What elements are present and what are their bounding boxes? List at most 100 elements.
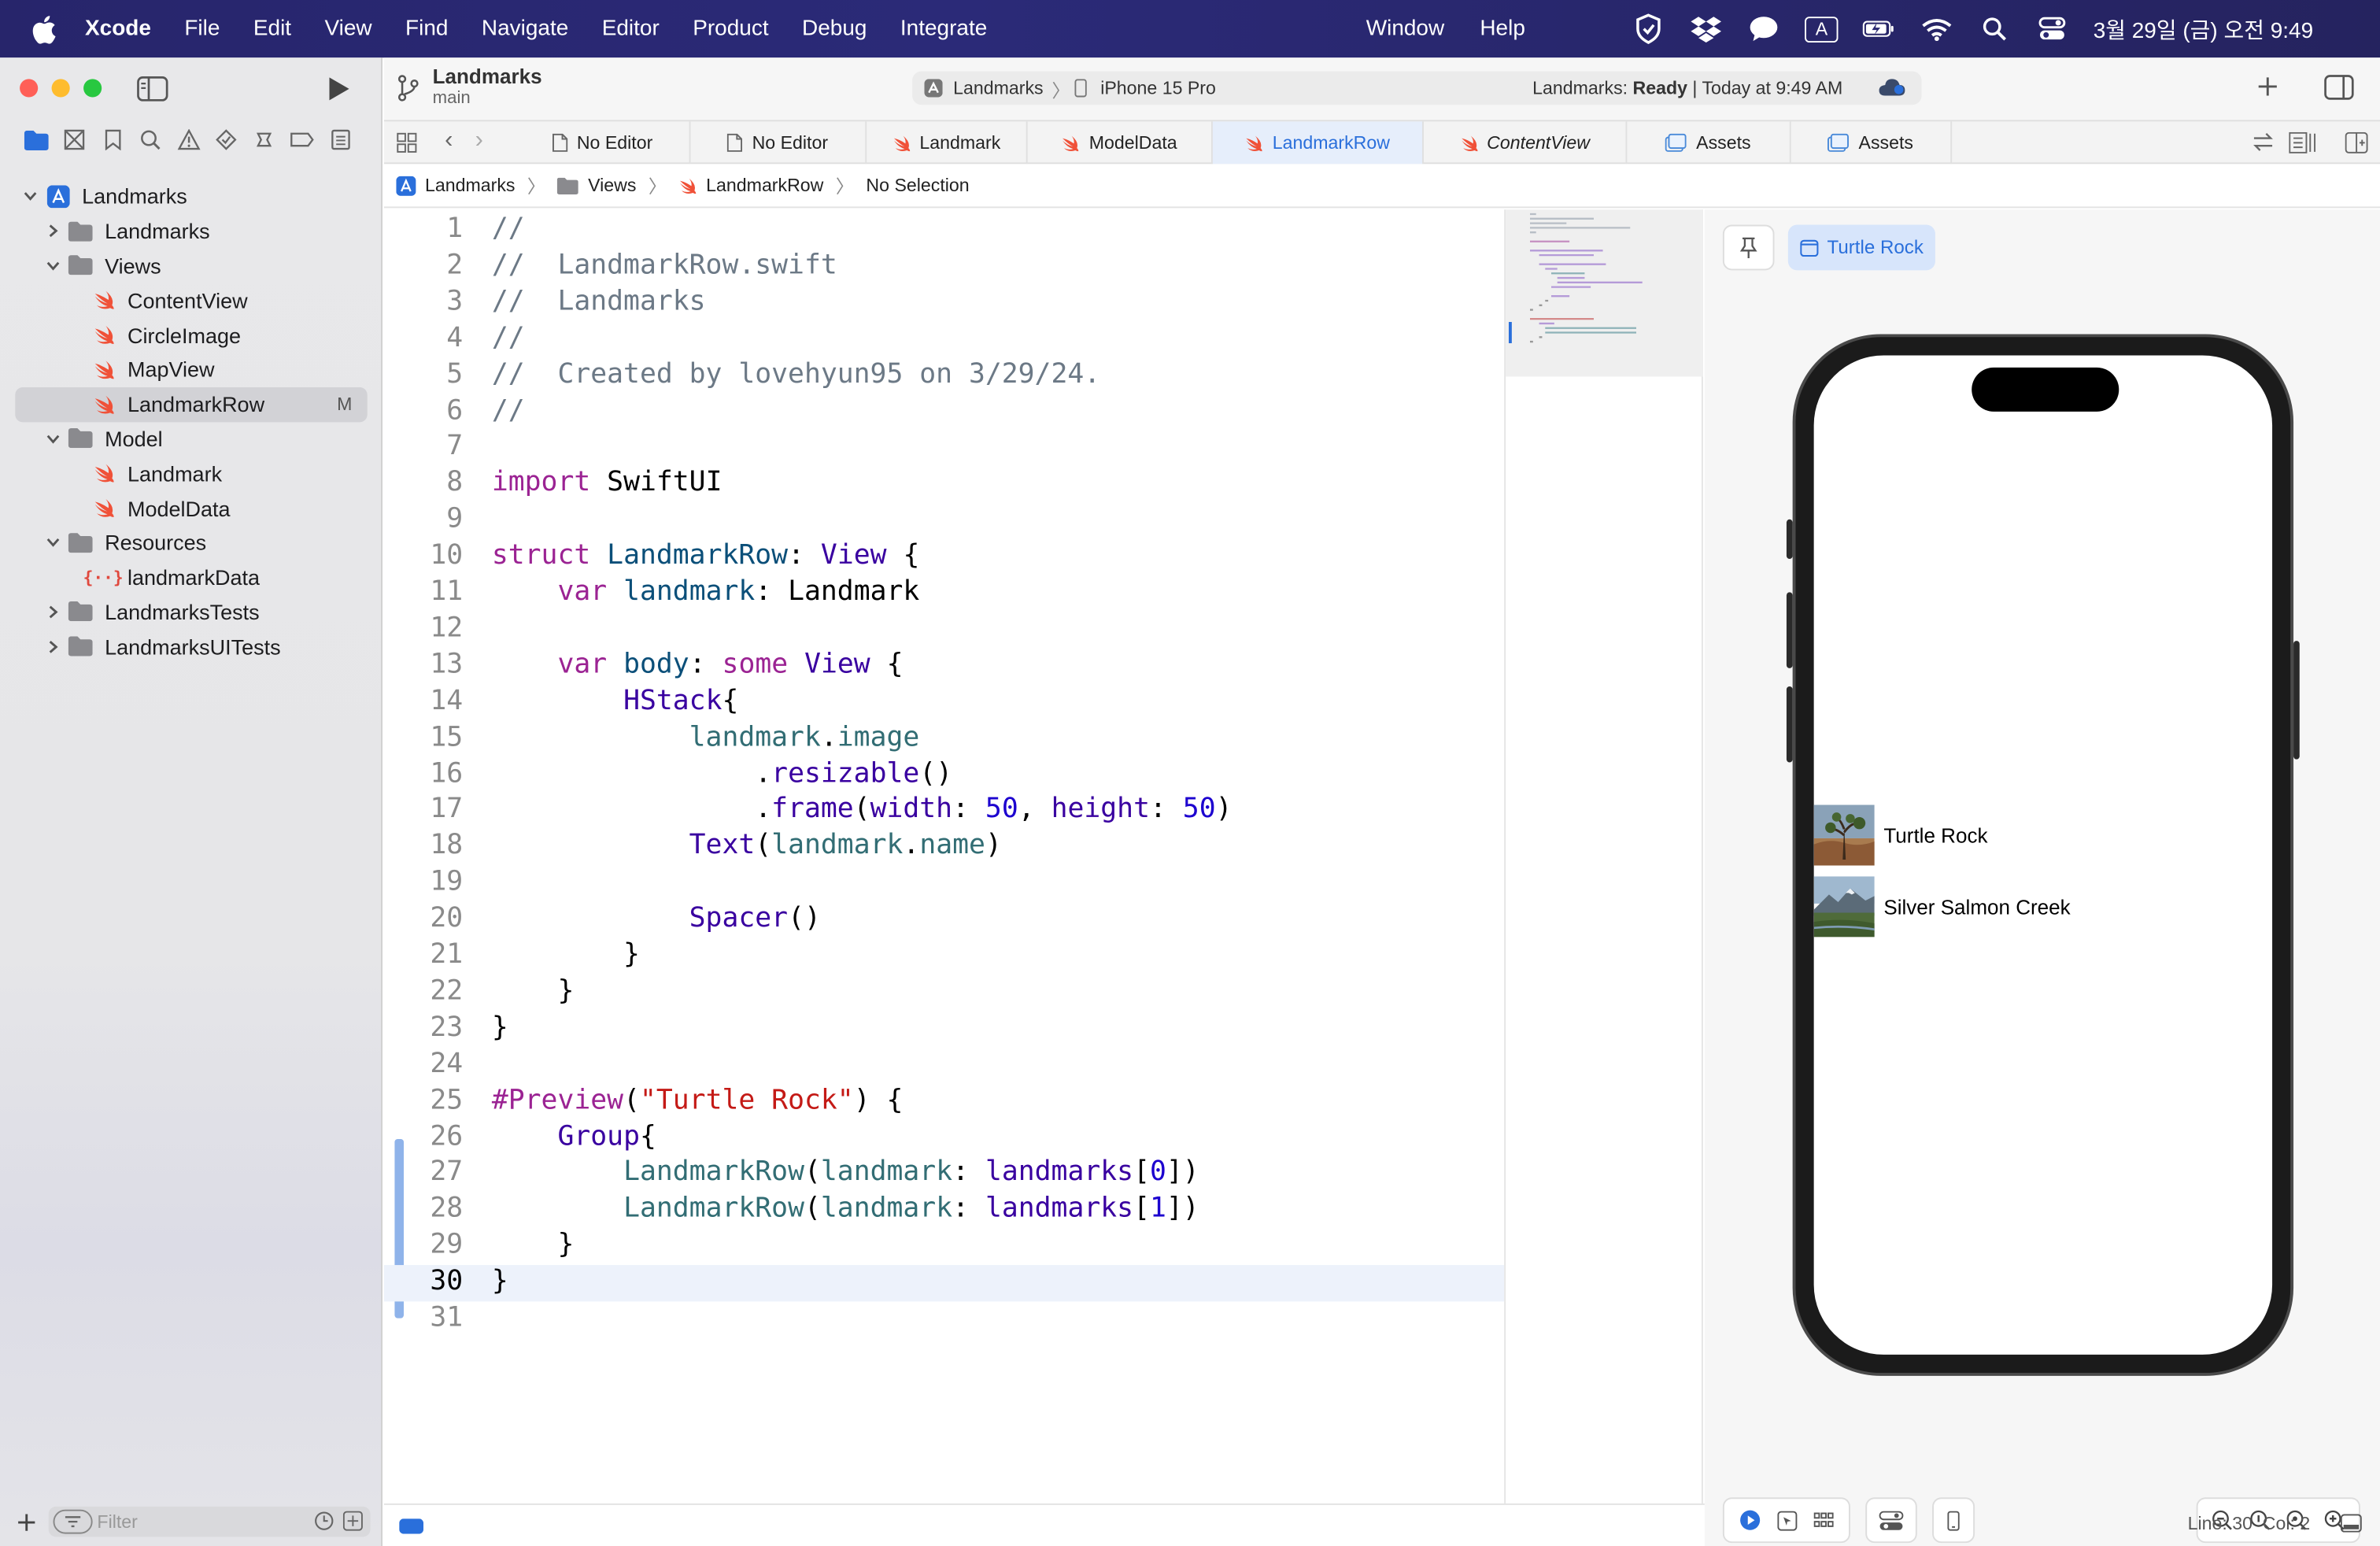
jump-file[interactable]: LandmarkRow: [706, 175, 823, 196]
editor-tab[interactable]: ModelData: [1028, 121, 1213, 165]
code-line[interactable]: 9: [384, 503, 1504, 539]
branch-name[interactable]: main: [433, 90, 471, 108]
breakpoint-navigator-icon[interactable]: [290, 128, 314, 152]
code-line[interactable]: 11 var landmark: Landmark: [384, 575, 1504, 612]
chevron-right-icon[interactable]: [44, 603, 62, 621]
shield-icon[interactable]: [1632, 12, 1665, 45]
code-line[interactable]: 26 Group{: [384, 1120, 1504, 1156]
editor-options-icon[interactable]: [2289, 131, 2316, 153]
chevron-right-icon[interactable]: [44, 222, 62, 240]
code-line[interactable]: 16 .resizable(): [384, 757, 1504, 793]
issue-navigator-icon[interactable]: [176, 128, 201, 152]
tree-item[interactable]: ContentView: [15, 283, 367, 318]
code-line[interactable]: 18 Text(landmark.name): [384, 830, 1504, 866]
debug-area-toggle-icon[interactable]: [399, 1518, 424, 1534]
code-line[interactable]: 23}: [384, 1012, 1504, 1048]
code-line[interactable]: 14 HStack{: [384, 684, 1504, 720]
menu-find[interactable]: Find: [405, 17, 448, 41]
code-line[interactable]: 17 .frame(width: 50, height: 50): [384, 793, 1504, 830]
chevron-down-icon[interactable]: [44, 257, 62, 275]
device-settings-button[interactable]: [1865, 1497, 1917, 1544]
code-line[interactable]: 3 // Landmarks: [384, 285, 1504, 321]
menu-debug[interactable]: Debug: [802, 17, 867, 41]
editor-tab[interactable]: No Editor: [516, 121, 691, 165]
device-selector-button[interactable]: [1932, 1497, 1975, 1544]
editor-tab[interactable]: Landmark: [867, 121, 1028, 165]
tree-item[interactable]: {··} landmarkData: [15, 560, 367, 594]
code-line[interactable]: 13 var body: some View {: [384, 648, 1504, 684]
menu-view[interactable]: View: [325, 17, 372, 41]
preview-tab-turtle-rock[interactable]: Turtle Rock: [1787, 224, 1935, 271]
code-line[interactable]: 29 }: [384, 1229, 1504, 1265]
code-line[interactable]: 21 }: [384, 938, 1504, 975]
code-line[interactable]: 25 #Preview("Turtle Rock") {: [384, 1084, 1504, 1120]
chevron-down-icon[interactable]: [21, 187, 39, 205]
menu-app-name[interactable]: Xcode: [85, 17, 151, 41]
pin-preview-button[interactable]: [1722, 224, 1775, 271]
control-center-icon[interactable]: [2035, 12, 2068, 45]
filter-field[interactable]: Filter: [48, 1506, 371, 1537]
cloud-icon[interactable]: [1878, 77, 1907, 97]
source-editor[interactable]: 1 // 2 // LandmarkRow.swift 3 // Landmarks 4 //…: [383, 209, 1505, 1503]
wifi-icon[interactable]: [1920, 12, 1953, 45]
editor-tab[interactable]: Assets: [1627, 121, 1791, 165]
code-line[interactable]: 6 //: [384, 394, 1504, 431]
source-control-navigator-icon[interactable]: [62, 128, 87, 152]
code-line[interactable]: 19: [384, 866, 1504, 902]
tree-item[interactable]: Views: [15, 249, 367, 283]
code-line[interactable]: 4 //: [384, 321, 1504, 357]
jump-group[interactable]: Views: [588, 175, 636, 196]
battery-icon[interactable]: [1863, 12, 1896, 45]
jump-symbol[interactable]: No Selection: [866, 175, 969, 196]
bookmark-navigator-icon[interactable]: [100, 128, 124, 152]
code-line[interactable]: 8 import SwiftUI: [384, 467, 1504, 503]
source-control-filter-icon[interactable]: [342, 1511, 363, 1531]
menubar-clock[interactable]: 3월 29일 (금) 오전 9:49: [2094, 13, 2313, 45]
code-review-icon[interactable]: [2252, 132, 2274, 152]
variants-icon[interactable]: [1814, 1512, 1835, 1528]
editor-tab[interactable]: Assets: [1791, 121, 1953, 165]
code-line[interactable]: 10 struct LandmarkRow: View {: [384, 539, 1504, 575]
code-line[interactable]: 2 // LandmarkRow.swift: [384, 249, 1504, 285]
jump-project[interactable]: Landmarks: [425, 175, 516, 196]
chevron-right-icon[interactable]: [44, 638, 62, 656]
scheme-selector[interactable]: Landmarks: [953, 77, 1044, 98]
code-line[interactable]: 5 // Created by lovehyun95 on 3/29/24.: [384, 358, 1504, 394]
code-line[interactable]: 12: [384, 612, 1504, 648]
menu-file[interactable]: File: [184, 17, 220, 41]
chevron-down-icon[interactable]: [44, 534, 62, 552]
menu-navigate[interactable]: Navigate: [482, 17, 568, 41]
filter-options-icon[interactable]: [53, 1509, 93, 1534]
tree-item[interactable]: Landmark: [15, 457, 367, 491]
code-line[interactable]: 31: [384, 1301, 1504, 1337]
live-mode-icon[interactable]: [1739, 1510, 1760, 1531]
tree-item[interactable]: Landmarks: [15, 179, 367, 214]
code-line[interactable]: 30}: [383, 1265, 1505, 1302]
menu-help[interactable]: Help: [1480, 17, 1525, 41]
inspector-area-toggle-icon[interactable]: [2340, 1514, 2362, 1533]
add-file-icon[interactable]: [17, 1513, 36, 1533]
editor-tab[interactable]: ContentView: [1424, 121, 1628, 165]
tree-item[interactable]: CircleImage: [15, 318, 367, 353]
folder-navigator-icon[interactable]: [24, 128, 49, 152]
minimap[interactable]: [1504, 209, 1703, 1503]
code-line[interactable]: 27 LandmarkRow(landmark: landmarks[0]): [384, 1156, 1504, 1193]
tree-item[interactable]: ModelData: [15, 490, 367, 525]
zoom-window-button[interactable]: [83, 79, 102, 98]
code-line[interactable]: 15 landmark.image: [384, 721, 1504, 757]
menu-product[interactable]: Product: [693, 17, 768, 41]
code-line[interactable]: 20 Spacer(): [384, 902, 1504, 938]
apple-logo-icon[interactable]: [31, 14, 62, 43]
test-navigator-icon[interactable]: [214, 128, 238, 152]
recent-files-icon[interactable]: [314, 1511, 334, 1531]
debug-navigator-icon[interactable]: [252, 128, 276, 152]
back-icon[interactable]: ‹: [445, 128, 453, 155]
landmark-row[interactable]: Silver Salmon Creek: [1813, 876, 2272, 938]
code-line[interactable]: 28 LandmarkRow(landmark: landmarks[1]): [384, 1193, 1504, 1229]
project-title[interactable]: Landmarks: [433, 65, 542, 88]
sidebar-toggle-icon[interactable]: [137, 76, 168, 102]
add-library-icon[interactable]: [2257, 76, 2278, 97]
code-line[interactable]: 7: [384, 431, 1504, 467]
close-window-button[interactable]: [20, 79, 39, 98]
tree-item[interactable]: LandmarksUITests: [15, 629, 367, 664]
